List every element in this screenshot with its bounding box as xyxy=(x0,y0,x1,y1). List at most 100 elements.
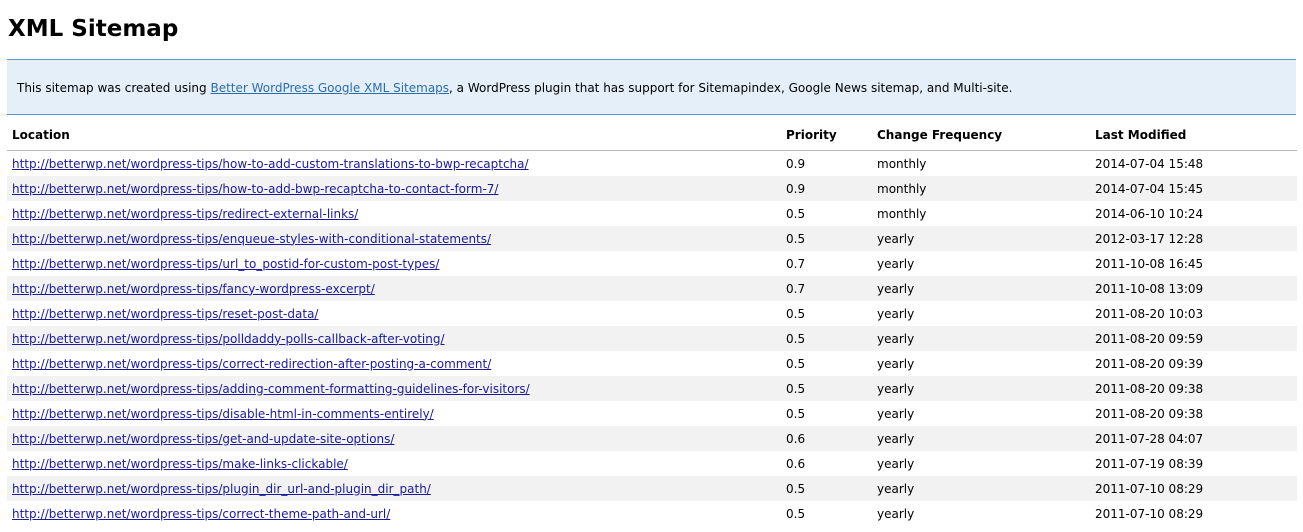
table-row: http://betterwp.net/wordpress-tips/reset… xyxy=(7,301,1297,326)
table-row: http://betterwp.net/wordpress-tips/enque… xyxy=(7,226,1297,251)
cell-priority: 0.9 xyxy=(781,176,872,201)
cell-last-modified: 2011-07-10 08:29 xyxy=(1095,506,1204,521)
cell-change-frequency: yearly xyxy=(877,356,915,371)
cell-priority: 0.5 xyxy=(781,326,872,351)
table-header-row: Location Priority Change Frequency Last … xyxy=(7,120,1297,151)
sitemap-url-link[interactable]: http://betterwp.net/wordpress-tips/corre… xyxy=(12,357,491,371)
table-body: http://betterwp.net/wordpress-tips/how-t… xyxy=(7,151,1297,527)
cell-change-frequency: yearly xyxy=(872,276,1090,301)
cell-last-modified: 2012-03-17 12:28 xyxy=(1090,226,1297,251)
intro-text-before: This sitemap was created using xyxy=(17,81,211,95)
table-row: http://betterwp.net/wordpress-tips/redir… xyxy=(7,201,1297,226)
cell-last-modified: 2011-08-20 09:38 xyxy=(1095,406,1204,421)
plugin-link[interactable]: Better WordPress Google XML Sitemaps xyxy=(210,81,449,95)
cell-location: http://betterwp.net/wordpress-tips/how-t… xyxy=(7,151,781,177)
table-row: http://betterwp.net/wordpress-tips/make-… xyxy=(7,451,1297,476)
cell-change-frequency: yearly xyxy=(872,426,1090,451)
sitemap-url-link[interactable]: http://betterwp.net/wordpress-tips/addin… xyxy=(12,382,530,396)
header-change-frequency: Change Frequency xyxy=(872,120,1090,151)
cell-location: http://betterwp.net/wordpress-tips/how-t… xyxy=(7,176,781,201)
cell-change-frequency: yearly xyxy=(877,306,915,321)
cell-change-frequency: yearly xyxy=(872,376,1090,401)
cell-priority: 0.6 xyxy=(786,456,806,471)
cell-change-frequency: monthly xyxy=(877,206,927,221)
table-row: http://betterwp.net/wordpress-tips/corre… xyxy=(7,351,1297,376)
sitemap-url-link[interactable]: http://betterwp.net/wordpress-tips/plugi… xyxy=(12,482,431,496)
cell-location: http://betterwp.net/wordpress-tips/redir… xyxy=(7,201,781,226)
header-location: Location xyxy=(7,120,781,151)
cell-location: http://betterwp.net/wordpress-tips/reset… xyxy=(7,301,781,326)
cell-priority: 0.5 xyxy=(786,356,806,371)
cell-change-frequency: yearly xyxy=(877,406,915,421)
header-priority: Priority xyxy=(781,120,872,151)
cell-location: http://betterwp.net/wordpress-tips/url_t… xyxy=(7,251,781,276)
cell-priority: 0.9 xyxy=(786,156,806,171)
cell-change-frequency: monthly xyxy=(872,176,1090,201)
table-row: http://betterwp.net/wordpress-tips/fancy… xyxy=(7,276,1297,301)
table-row: http://betterwp.net/wordpress-tips/how-t… xyxy=(7,176,1297,201)
sitemap-url-link[interactable]: http://betterwp.net/wordpress-tips/make-… xyxy=(12,457,348,471)
cell-priority: 0.5 xyxy=(781,376,872,401)
cell-priority: 0.5 xyxy=(786,306,806,321)
cell-priority: 0.7 xyxy=(781,276,872,301)
cell-change-frequency: yearly xyxy=(872,476,1090,501)
cell-priority: 0.6 xyxy=(781,426,872,451)
cell-change-frequency: monthly xyxy=(877,156,927,171)
cell-change-frequency: yearly xyxy=(877,506,915,521)
cell-last-modified: 2011-10-08 16:45 xyxy=(1095,256,1204,271)
table-row: http://betterwp.net/wordpress-tips/disab… xyxy=(7,401,1297,426)
sitemap-url-link[interactable]: http://betterwp.net/wordpress-tips/fancy… xyxy=(12,282,375,296)
table-row: http://betterwp.net/wordpress-tips/how-t… xyxy=(7,151,1297,177)
cell-location: http://betterwp.net/wordpress-tips/corre… xyxy=(7,501,781,526)
cell-last-modified: 2014-07-04 15:48 xyxy=(1095,156,1204,171)
sitemap-url-link[interactable]: http://betterwp.net/wordpress-tips/disab… xyxy=(12,407,434,421)
cell-last-modified: 2011-08-20 10:03 xyxy=(1095,306,1204,321)
cell-change-frequency: yearly xyxy=(877,256,915,271)
sitemap-page: XML Sitemap This sitemap was created usi… xyxy=(0,0,1303,532)
cell-last-modified: 2011-10-08 13:09 xyxy=(1090,276,1297,301)
cell-priority: 0.5 xyxy=(786,406,806,421)
sitemap-table: Location Priority Change Frequency Last … xyxy=(7,120,1297,526)
cell-change-frequency: yearly xyxy=(872,326,1090,351)
sitemap-url-link[interactable]: http://betterwp.net/wordpress-tips/how-t… xyxy=(12,157,529,171)
cell-last-modified: 2011-07-10 08:29 xyxy=(1090,476,1297,501)
cell-priority: 0.5 xyxy=(786,506,806,521)
sitemap-url-link[interactable]: http://betterwp.net/wordpress-tips/polld… xyxy=(12,332,445,346)
sitemap-url-link[interactable]: http://betterwp.net/wordpress-tips/how-t… xyxy=(12,182,498,196)
cell-priority: 0.5 xyxy=(781,226,872,251)
sitemap-url-link[interactable]: http://betterwp.net/wordpress-tips/corre… xyxy=(12,507,390,521)
header-last-modified: Last Modified xyxy=(1090,120,1297,151)
sitemap-url-link[interactable]: http://betterwp.net/wordpress-tips/get-a… xyxy=(12,432,394,446)
intro-box: This sitemap was created using Better Wo… xyxy=(7,59,1296,115)
sitemap-url-link[interactable]: http://betterwp.net/wordpress-tips/enque… xyxy=(12,232,491,246)
cell-location: http://betterwp.net/wordpress-tips/addin… xyxy=(7,376,781,401)
cell-change-frequency: yearly xyxy=(877,456,915,471)
cell-location: http://betterwp.net/wordpress-tips/make-… xyxy=(7,451,781,476)
cell-last-modified: 2011-07-28 04:07 xyxy=(1090,426,1297,451)
cell-location: http://betterwp.net/wordpress-tips/polld… xyxy=(7,326,781,351)
cell-change-frequency: yearly xyxy=(872,226,1090,251)
cell-last-modified: 2011-08-20 09:39 xyxy=(1095,356,1204,371)
cell-last-modified: 2014-06-10 10:24 xyxy=(1095,206,1204,221)
cell-last-modified: 2011-07-19 08:39 xyxy=(1095,456,1204,471)
cell-location: http://betterwp.net/wordpress-tips/disab… xyxy=(7,401,781,426)
table-row: http://betterwp.net/wordpress-tips/corre… xyxy=(7,501,1297,526)
page-title: XML Sitemap xyxy=(8,16,179,42)
table-row: http://betterwp.net/wordpress-tips/addin… xyxy=(7,376,1297,401)
sitemap-url-link[interactable]: http://betterwp.net/wordpress-tips/reset… xyxy=(12,307,318,321)
cell-location: http://betterwp.net/wordpress-tips/enque… xyxy=(7,226,781,251)
intro-text-after: , a WordPress plugin that has support fo… xyxy=(449,81,1013,95)
cell-location: http://betterwp.net/wordpress-tips/fancy… xyxy=(7,276,781,301)
table-row: http://betterwp.net/wordpress-tips/get-a… xyxy=(7,426,1297,451)
cell-priority: 0.5 xyxy=(781,476,872,501)
cell-last-modified: 2011-08-20 09:38 xyxy=(1090,376,1297,401)
sitemap-url-link[interactable]: http://betterwp.net/wordpress-tips/url_t… xyxy=(12,257,439,271)
cell-last-modified: 2014-07-04 15:45 xyxy=(1090,176,1297,201)
table-row: http://betterwp.net/wordpress-tips/url_t… xyxy=(7,251,1297,276)
table-row: http://betterwp.net/wordpress-tips/polld… xyxy=(7,326,1297,351)
table-row: http://betterwp.net/wordpress-tips/plugi… xyxy=(7,476,1297,501)
sitemap-url-link[interactable]: http://betterwp.net/wordpress-tips/redir… xyxy=(12,207,358,221)
cell-location: http://betterwp.net/wordpress-tips/plugi… xyxy=(7,476,781,501)
cell-location: http://betterwp.net/wordpress-tips/get-a… xyxy=(7,426,781,451)
cell-last-modified: 2011-08-20 09:59 xyxy=(1090,326,1297,351)
